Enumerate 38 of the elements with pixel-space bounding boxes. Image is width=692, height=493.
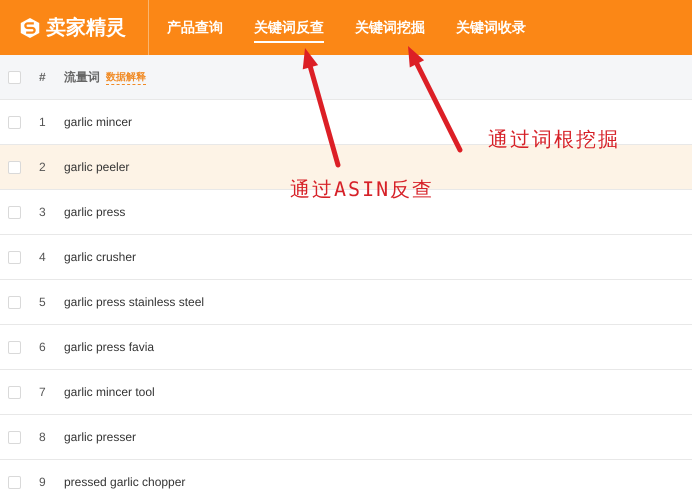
column-header: #	[39, 70, 47, 84]
row-checkbox[interactable]	[8, 430, 21, 444]
row-checkbox[interactable]	[8, 386, 21, 398]
row-number: 3	[39, 205, 47, 219]
column-header: 流量词	[64, 68, 100, 86]
row-number: 5	[39, 295, 47, 309]
keyword-cell: pressed garlic chopper	[64, 475, 186, 489]
select-all-checkbox[interactable]	[8, 70, 21, 84]
data-info-link[interactable]: 数据解释	[106, 70, 146, 84]
row-number: 1	[39, 115, 47, 129]
row-checkbox[interactable]	[8, 296, 21, 308]
brand-name: 卖家精灵	[46, 16, 126, 41]
row-number: 8	[39, 430, 47, 444]
keyword-cell: garlic presser	[64, 430, 136, 444]
row-checkbox[interactable]	[8, 160, 21, 174]
row-checkbox[interactable]	[8, 116, 21, 128]
row-checkbox[interactable]	[8, 476, 21, 488]
keyword-cell: garlic press favia	[64, 340, 154, 354]
nav-tab[interactable]: 关键词反查	[254, 14, 324, 42]
keyword-cell: garlic mincer	[64, 115, 132, 129]
nav-tab[interactable]: 关键词挖掘	[355, 14, 425, 42]
keyword-cell: garlic crusher	[64, 250, 136, 264]
annotation-text: 通过词根挖掘	[488, 126, 620, 153]
keyword-cell: garlic press stainless steel	[64, 295, 204, 309]
row-checkbox[interactable]	[8, 206, 21, 218]
keyword-cell: garlic press	[64, 205, 126, 219]
nav-tab[interactable]: 产品查询	[167, 14, 223, 42]
row-number: 6	[39, 340, 47, 354]
keyword-cell: garlic peeler	[64, 160, 130, 174]
row-checkbox[interactable]	[8, 250, 21, 264]
row-number: 7	[39, 385, 47, 399]
annotation-text: 通过ASIN反查	[290, 176, 434, 203]
row-checkbox[interactable]	[8, 340, 21, 354]
row-number: 4	[39, 250, 47, 264]
row-number: 2	[39, 160, 47, 174]
nav-tab[interactable]: 关键词收录	[456, 14, 526, 42]
keyword-cell: garlic mincer tool	[64, 385, 155, 399]
row-number: 9	[39, 475, 47, 489]
